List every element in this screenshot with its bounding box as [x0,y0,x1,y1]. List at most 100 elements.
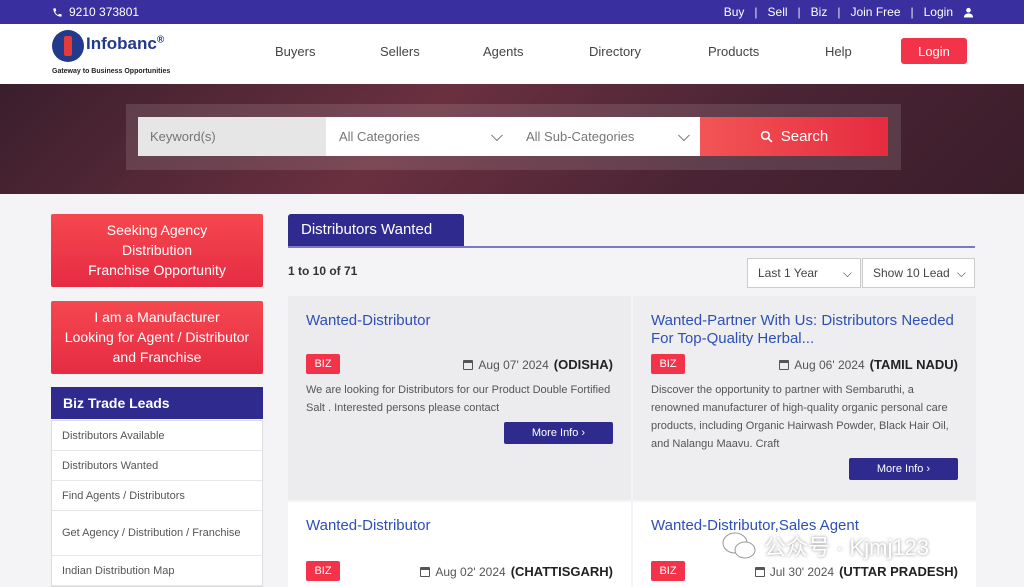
cta-line: Franchise Opportunity [88,262,226,278]
nav-help[interactable]: Help [825,44,852,59]
lead-date-text: Jul 30' 2024 [769,564,835,579]
more-info-label: More Info [531,427,579,439]
period-filter-value: Last 1 Year [758,266,819,280]
chevron-down-icon: ⌵ [490,128,503,145]
sidebar-item-distribution-map[interactable]: Indian Distribution Map [52,556,262,586]
cta-line: Seeking Agency [106,222,208,238]
sidebar-item-find-agents[interactable]: Find Agents / Distributors [52,481,262,511]
biz-badge: BIZ [306,354,340,374]
category-select[interactable]: All Categories ⌵ [326,117,513,156]
lead-date: Aug 02' 2024 (CHATTISGARH) [420,564,613,579]
top-bar: 9210 373801 Buy | Sell | Biz | Join Free… [0,0,1024,24]
lead-date: Jul 30' 2024 (UTTAR PRADESH) [754,564,958,579]
chevron-down-icon: ⌵ [842,266,852,280]
hero-banner: All Categories ⌵ All Sub-Categories ⌵ Se… [0,84,1024,194]
calendar-icon [420,566,431,577]
lead-location: (TAMIL NADU) [869,357,958,372]
biz-badge: BIZ [306,561,340,581]
sidebar-item-distributors-available[interactable]: Distributors Available [52,421,262,451]
subcategory-select[interactable]: All Sub-Categories ⌵ [513,117,700,156]
nav-products[interactable]: Products [708,44,759,59]
top-link-buy[interactable]: Buy [724,5,745,19]
registered-mark: ® [156,34,165,46]
logo-mark-icon [52,30,84,62]
lead-date: Aug 06' 2024 (TAMIL NADU) [779,357,958,372]
site-logo[interactable]: Infobanc® Gateway to Business Opportunit… [52,28,172,78]
chevron-right-icon: › [581,427,586,439]
chevron-down-icon: ⌵ [956,266,966,280]
sidebar-item-distributors-wanted[interactable]: Distributors Wanted [52,451,262,481]
calendar-icon [463,359,474,370]
lead-card: Wanted-Distributor BIZ Aug 02' 2024 (CHA… [288,502,631,587]
more-info-button[interactable]: More Info › [849,458,958,480]
separator: | [910,5,914,19]
tab-distributors-wanted[interactable]: Distributors Wanted [288,214,464,246]
show-count-select[interactable]: Show 10 Lead ⌵ [862,258,975,288]
show-count-value: Show 10 Lead [873,266,950,280]
separator: | [754,5,758,19]
calendar-icon [754,566,765,577]
search-button-label: Search [780,128,829,145]
more-info-label: More Info [876,463,924,475]
phone-number: 9210 373801 [69,5,140,19]
tab-underline [288,246,975,248]
calendar-icon [779,359,790,370]
separator: | [797,5,801,19]
keyword-input[interactable] [138,117,326,156]
lead-date-text: Aug 06' 2024 [794,357,865,372]
lead-date: Aug 07' 2024 (ODISHA) [463,357,613,372]
cta-line: and Franchise [112,349,202,365]
sidebar-item-get-agency[interactable]: Get Agency / Distribution / Franchise [52,511,262,556]
user-icon[interactable] [963,7,974,18]
category-value: All Categories [339,129,420,144]
login-button[interactable]: Login [901,38,967,64]
wechat-icon [722,532,756,559]
result-count: 1 to 10 of 71 [288,264,358,278]
lead-date-text: Aug 07' 2024 [478,357,549,372]
lead-title-link[interactable]: Wanted-Distributor [306,312,621,330]
lead-card: Wanted-Distributor BIZ Aug 07' 2024 (ODI… [288,296,631,500]
logo-tagline: Gateway to Business Opportunities [52,68,171,75]
phone-contact[interactable]: 9210 373801 [52,5,139,19]
nav-directory[interactable]: Directory [589,44,641,59]
lead-date-text: Aug 02' 2024 [435,564,506,579]
search-button[interactable]: Search [700,117,888,156]
nav-sellers[interactable]: Sellers [380,44,420,59]
biz-badge: BIZ [651,354,685,374]
cta-line: Distribution [121,242,193,258]
lead-title-link[interactable]: Wanted-Partner With Us: Distributors Nee… [651,312,966,348]
phone-icon [53,7,62,17]
lead-title-link[interactable]: Wanted-Distributor [306,517,621,535]
nav-buyers[interactable]: Buyers [275,44,315,59]
search-icon [760,130,773,143]
top-link-join-free[interactable]: Join Free [850,5,900,19]
chevron-right-icon: › [926,463,931,475]
watermark: 公众号 · Kjmj123 [722,530,929,562]
lead-location: (ODISHA) [553,357,613,372]
main-header: Infobanc® Gateway to Business Opportunit… [0,24,1024,84]
lead-location: (UTTAR PRADESH) [839,564,958,579]
chevron-down-icon: ⌵ [677,128,690,145]
top-link-biz[interactable]: Biz [811,5,828,19]
seeking-agency-cta[interactable]: Seeking Agency Distribution Franchise Op… [51,214,263,287]
biz-trade-leads-list: Distributors Available Distributors Want… [51,420,263,587]
logo-brand: Infobanc [86,34,157,53]
watermark-text: 公众号 · Kjmj123 [764,535,930,560]
lead-description: We are looking for Distributors for our … [306,384,611,414]
lead-location: (CHATTISGARH) [510,564,613,579]
lead-card: Wanted-Partner With Us: Distributors Nee… [633,296,976,500]
manufacturer-cta[interactable]: I am a Manufacturer Looking for Agent / … [51,301,263,374]
lead-description: Discover the opportunity to partner with… [651,384,949,450]
more-info-button[interactable]: More Info › [504,422,613,444]
search-bar: All Categories ⌵ All Sub-Categories ⌵ Se… [126,104,901,170]
top-link-login[interactable]: Login [924,5,953,19]
nav-agents[interactable]: Agents [483,44,523,59]
separator: | [837,5,841,19]
subcategory-value: All Sub-Categories [526,129,635,144]
biz-badge: BIZ [651,561,685,581]
top-link-sell[interactable]: Sell [768,5,788,19]
cta-line: I am a Manufacturer [94,309,220,325]
cta-line: Looking for Agent / Distributor [64,329,250,345]
period-filter-select[interactable]: Last 1 Year ⌵ [747,258,861,288]
biz-trade-leads-heading: Biz Trade Leads [51,387,263,419]
